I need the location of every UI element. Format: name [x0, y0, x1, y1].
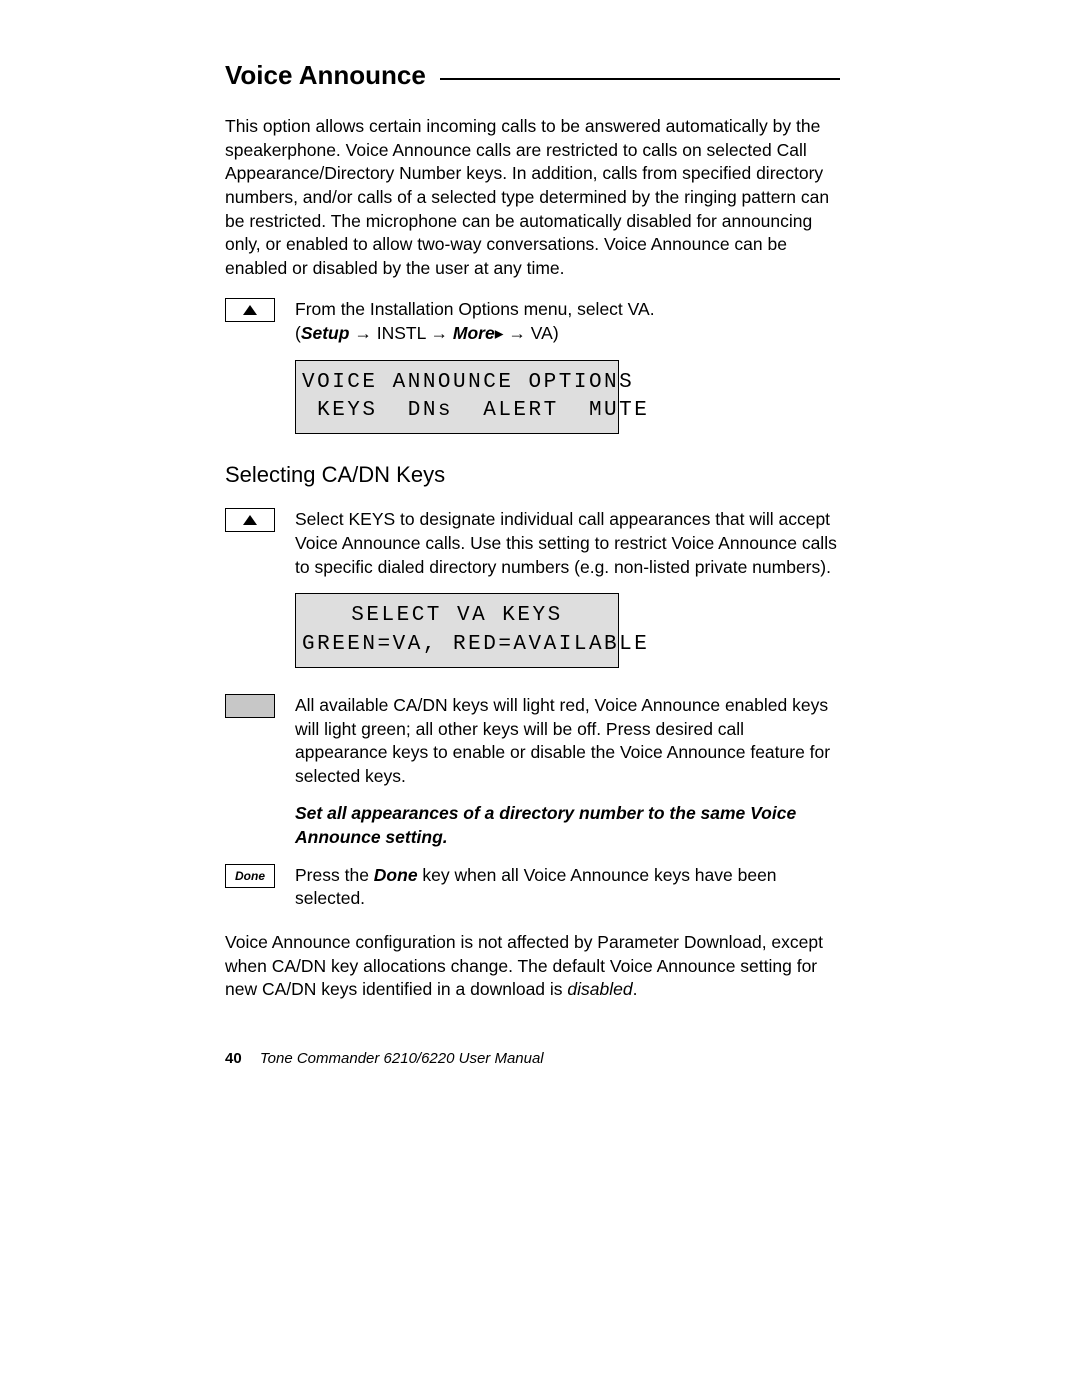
- step-1-text: From the Installation Options menu, sele…: [295, 298, 840, 345]
- done-key-icon: Done: [225, 864, 275, 888]
- step-2: Select KEYS to designate individual call…: [225, 508, 840, 579]
- heading-row: Voice Announce: [225, 60, 840, 91]
- page-footer: 40 Tone Commander 6210/6220 User Manual: [225, 1050, 840, 1067]
- up-arrow-key-icon: [225, 298, 275, 322]
- seq-instl: INSTL: [377, 323, 426, 343]
- blank-key-col: [225, 694, 277, 718]
- lcd2-line2: GREEN=VA, RED=AVAILABLE: [302, 633, 649, 656]
- seq-va: VA: [531, 323, 553, 343]
- book-title: Tone Commander 6210/6220 User Manual: [260, 1050, 544, 1067]
- up-triangle-icon: [243, 515, 257, 525]
- step-3-text: All available CA/DN keys will light red,…: [295, 694, 840, 789]
- end-paragraph: Voice Announce configuration is not affe…: [225, 931, 840, 1002]
- step-3: All available CA/DN keys will light red,…: [225, 694, 840, 789]
- lcd-screen-1: VOICE ANNOUNCE OPTIONS KEYS DNs ALERT MU…: [295, 360, 619, 435]
- lcd-screen-2: SELECT VA KEYS GREEN=VA, RED=AVAILABLE: [295, 593, 619, 668]
- arrow-icon: →: [354, 323, 372, 343]
- arrow-icon: →: [431, 323, 449, 343]
- seq-more: More: [453, 323, 495, 343]
- up-arrow-key-icon: [225, 508, 275, 532]
- step-1: From the Installation Options menu, sele…: [225, 298, 840, 345]
- intro-paragraph: This option allows certain incoming call…: [225, 115, 840, 280]
- disabled-word: disabled: [567, 979, 632, 999]
- page-title: Voice Announce: [225, 60, 440, 91]
- subheading: Selecting CA/DN Keys: [225, 462, 840, 488]
- lcd2-line1: SELECT VA KEYS: [351, 604, 562, 627]
- lcd1-line1: VOICE ANNOUNCE OPTIONS: [302, 371, 634, 394]
- done-word: Done: [374, 865, 418, 885]
- step-4-text: Press the Done key when all Voice Announ…: [295, 864, 840, 911]
- step-4: Done Press the Done key when all Voice A…: [225, 864, 840, 911]
- step1-line1: From the Installation Options menu, sele…: [295, 299, 655, 319]
- end-dot: .: [633, 979, 638, 999]
- page-container: Voice Announce This option allows certai…: [0, 0, 1080, 1127]
- heading-rule: [440, 78, 840, 80]
- up-key-col: [225, 298, 277, 322]
- lcd1-line2: KEYS DNs ALERT MUTE: [302, 399, 649, 422]
- up-key-col: [225, 508, 277, 532]
- note-text: Set all appearances of a directory numbe…: [295, 802, 840, 849]
- blank-key-icon: [225, 694, 275, 718]
- done-key-col: Done: [225, 864, 277, 888]
- step4-pre: Press the: [295, 865, 374, 885]
- seq-setup: Setup: [301, 323, 350, 343]
- up-triangle-icon: [243, 305, 257, 315]
- rtri-icon: ▸: [495, 323, 504, 343]
- page-number: 40: [225, 1050, 242, 1067]
- arrow-icon: →: [508, 323, 526, 343]
- step-2-text: Select KEYS to designate individual call…: [295, 508, 840, 579]
- end-main: Voice Announce configuration is not affe…: [225, 932, 823, 999]
